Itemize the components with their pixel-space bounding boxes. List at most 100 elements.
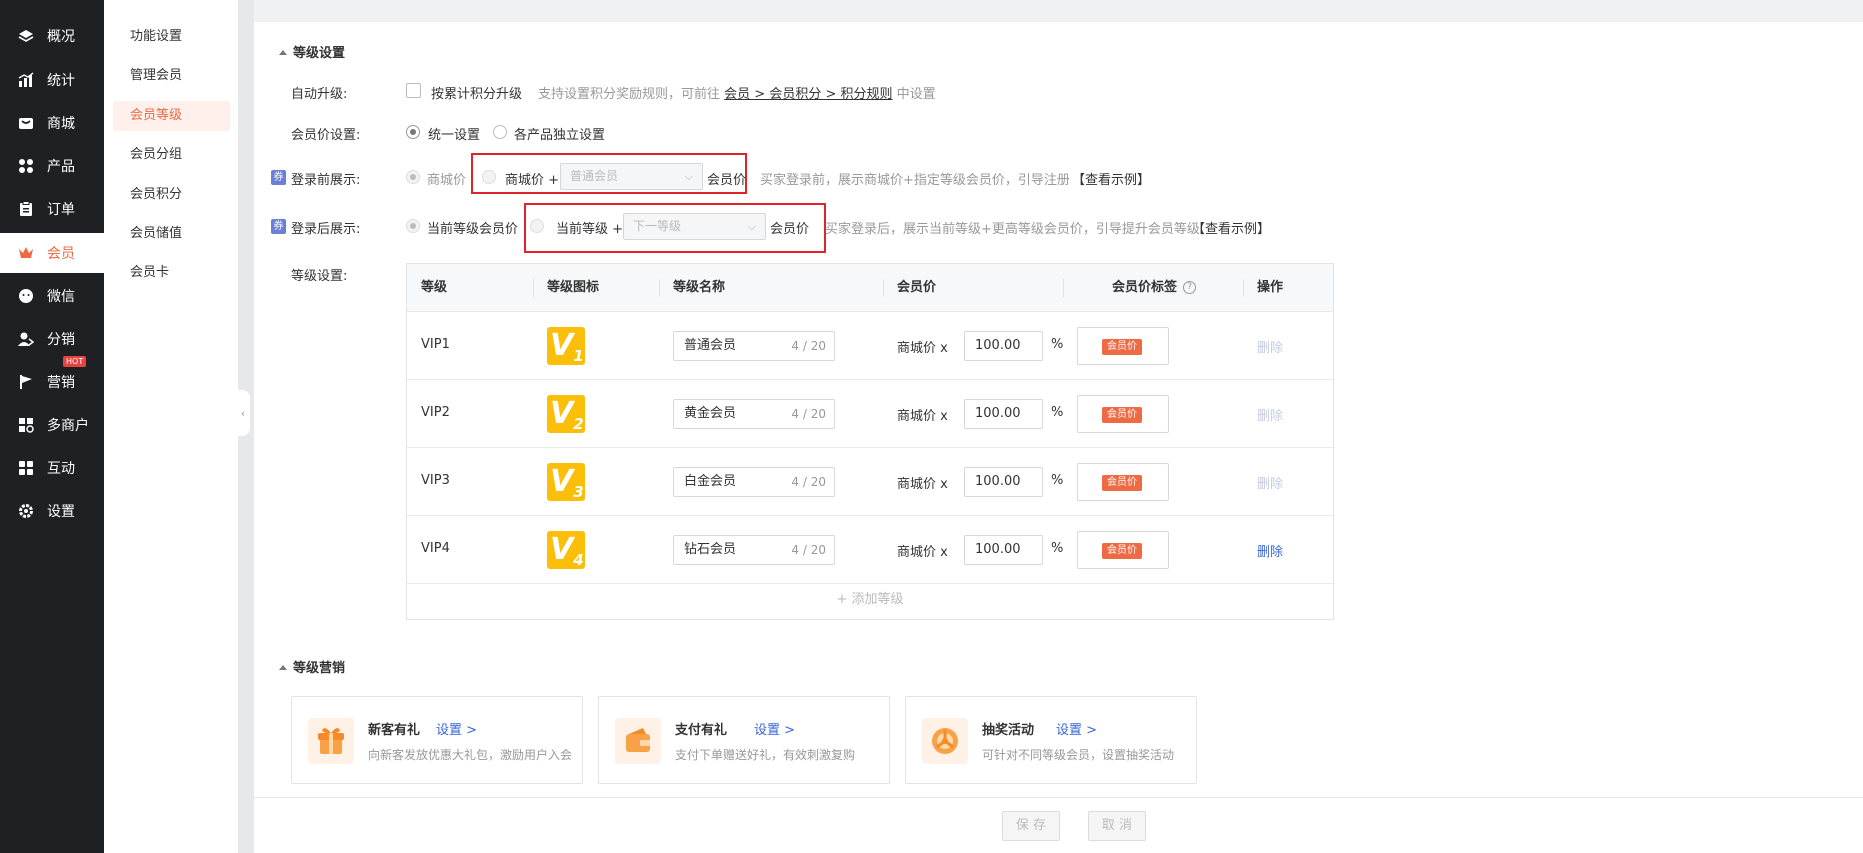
table-row: VIP1 V1 普通会员 4 / 20 商城价 x 100.00 % 会员价 删除 (407, 312, 1333, 380)
nav-label: 设置 (47, 504, 75, 520)
before-login-example-link[interactable]: 【查看示例】 (1072, 169, 1150, 188)
nav-item-multi-merchant[interactable]: 多商户 (0, 405, 104, 445)
delete-button[interactable]: 删除 (1257, 473, 1283, 492)
per-product-setting-radio[interactable] (493, 125, 507, 139)
subnav-feature-settings[interactable]: 功能设置 (113, 22, 230, 52)
blocks-icon (18, 460, 34, 476)
nav-item-orders[interactable]: 订单 (0, 189, 104, 229)
clipboard-icon (18, 201, 34, 217)
level-name-input[interactable]: 普通会员 4 / 20 (673, 331, 835, 361)
nav-label: 商城 (47, 116, 75, 132)
vip-level-icon: V3 (547, 463, 585, 501)
after-login-label: 登录后展示: (291, 222, 361, 237)
coupon-badge-icon: 券 (271, 170, 286, 185)
discount-input[interactable]: 100.00 (964, 535, 1043, 565)
card-setting-link[interactable]: 设置 > (754, 719, 795, 738)
nav-item-member[interactable]: 会员 (0, 233, 104, 273)
card-title: 新客有礼 (368, 723, 421, 738)
card-title: 抽奖活动 (982, 723, 1035, 738)
points-upgrade-checkbox[interactable] (406, 83, 421, 98)
unified-setting-radio[interactable] (406, 125, 420, 139)
col-divider (1243, 279, 1244, 297)
table-row: VIP2 V2 黄金会员 4 / 20 商城价 x 100.00 % 会员价 删除 (407, 380, 1333, 448)
level-settings-title: 等级设置 (279, 42, 345, 61)
nav-item-settings[interactable]: 设置 (0, 491, 104, 531)
nav-label: 订单 (47, 202, 75, 218)
marketing-card-payment-gift[interactable]: 支付有礼 设置 > 支付下单赠送好礼，有效刺激复购 (598, 696, 890, 784)
after-login-level-select[interactable]: 下一等级 ⌵ (623, 213, 766, 240)
col-member-price: 会员价 (897, 280, 937, 295)
card-setting-link[interactable]: 设置 > (436, 719, 477, 738)
subnav-member-levels[interactable]: 会员等级 (113, 101, 230, 131)
subnav-member-points[interactable]: 会员积分 (113, 180, 230, 210)
percent-sign: % (1051, 405, 1064, 420)
before-login-label: 登录前展示: (291, 173, 361, 188)
nav-item-distribution[interactable]: 分销 (0, 319, 104, 359)
collapse-sidebar-toggle[interactable]: ‹ (236, 390, 250, 436)
level-name-input[interactable]: 黄金会员 4 / 20 (673, 399, 835, 429)
char-count: 4 / 20 (791, 475, 826, 489)
discount-input[interactable]: 100.00 (964, 399, 1043, 429)
nav-label: 概况 (47, 29, 75, 45)
card-setting-link[interactable]: 设置 > (1056, 719, 1097, 738)
primary-sidebar: 概况 统计 商城 产品 订单 会员 微信 分销 营销 HOT 多商户 互动 设置 (0, 0, 104, 853)
nav-label: 多商户 (47, 418, 89, 434)
chat-icon (18, 288, 34, 304)
nav-item-store[interactable]: 商城 (0, 103, 104, 143)
save-button[interactable]: 保 存 (1002, 811, 1060, 841)
after-login-next-level-radio[interactable] (530, 219, 544, 233)
price-tag-picker[interactable]: 会员价 (1077, 327, 1169, 365)
nav-item-overview[interactable]: 概况 (0, 16, 104, 56)
discount-input[interactable]: 100.00 (964, 331, 1043, 361)
table-row: VIP3 V3 白金会员 4 / 20 商城价 x 100.00 % 会员价 删除 (407, 448, 1333, 516)
subnav-member-groups[interactable]: 会员分组 (113, 140, 230, 170)
percent-sign: % (1051, 337, 1064, 352)
select-value: 下一等级 (633, 219, 682, 233)
user-share-icon (18, 331, 35, 347)
before-login-level-price-radio[interactable] (482, 170, 496, 184)
level-cell: VIP2 (421, 405, 450, 420)
percent-sign: % (1051, 541, 1064, 556)
price-prefix: 商城价 x (897, 545, 948, 560)
nav-item-marketing[interactable]: 营销 HOT (0, 356, 104, 402)
help-icon[interactable]: ? (1183, 281, 1196, 294)
marketing-card-lottery[interactable]: 抽奖活动 设置 > 可针对不同等级会员，设置抽奖活动 (905, 696, 1197, 784)
before-login-level-select[interactable]: 普通会员 ⌵ (560, 163, 703, 190)
cancel-button[interactable]: 取 消 (1088, 811, 1146, 841)
flag-icon (18, 374, 34, 390)
price-tag-picker[interactable]: 会员价 (1077, 395, 1169, 433)
subnav-member-card[interactable]: 会员卡 (113, 258, 230, 288)
nav-item-products[interactable]: 产品 (0, 146, 104, 186)
subnav-manage-members[interactable]: 管理会员 (113, 61, 230, 91)
level-name-input[interactable]: 钻石会员 4 / 20 (673, 535, 835, 565)
points-upgrade-label: 按累计积分升级 (431, 87, 523, 102)
lottery-icon (922, 718, 968, 764)
level-table: 等级 等级图标 等级名称 会员价 会员价标签 ? 操作 VIP1 V1 普通会员… (406, 263, 1334, 620)
before-login-store-price-radio[interactable] (406, 170, 420, 184)
marketing-card-new-customer[interactable]: 新客有礼 设置 > 向新客发放优惠大礼包，激励用户入会 (291, 696, 583, 784)
member-price-tag: 会员价 (1102, 407, 1142, 423)
vip-level-icon: V4 (547, 531, 585, 569)
delete-button[interactable]: 删除 (1257, 405, 1283, 424)
coupon-badge-icon: 券 (271, 219, 286, 234)
chevron-left-icon: ‹ (240, 406, 246, 420)
delete-button[interactable]: 删除 (1257, 541, 1283, 560)
after-login-example-link[interactable]: 【查看示例】 (1192, 218, 1270, 237)
subnav-member-balance[interactable]: 会员储值 (113, 219, 230, 249)
nav-item-stats[interactable]: 统计 (0, 60, 104, 100)
delete-button[interactable]: 删除 (1257, 337, 1283, 356)
nav-item-wechat[interactable]: 微信 (0, 276, 104, 316)
after-login-current-level-radio[interactable] (406, 219, 420, 233)
price-prefix: 商城价 x (897, 409, 948, 424)
hint-suffix: 中设置 (896, 87, 936, 102)
price-tag-picker[interactable]: 会员价 (1077, 531, 1169, 569)
add-level-button[interactable]: + 添加等级 (407, 581, 1333, 619)
discount-input[interactable]: 100.00 (964, 467, 1043, 497)
nav-item-interaction[interactable]: 互动 (0, 448, 104, 488)
hint-prefix: 支持设置积分奖励规则，可前往 (538, 87, 721, 102)
layers-icon (18, 28, 34, 44)
level-table-label: 等级设置: (291, 269, 348, 284)
price-tag-picker[interactable]: 会员价 (1077, 463, 1169, 501)
points-rule-link[interactable]: 会员 > 会员积分 > 积分规则 (724, 87, 892, 102)
level-name-input[interactable]: 白金会员 4 / 20 (673, 467, 835, 497)
